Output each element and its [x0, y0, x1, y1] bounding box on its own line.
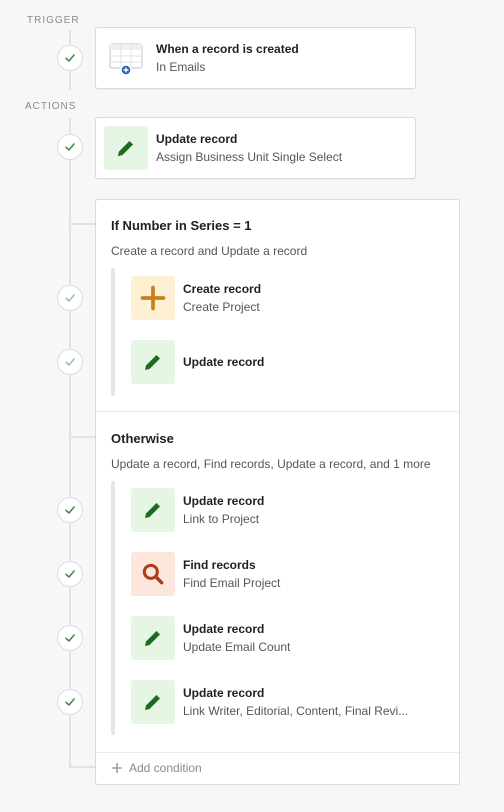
table-add-icon — [109, 41, 143, 76]
add-condition-label: Add condition — [129, 761, 202, 775]
add-condition-button[interactable]: Add condition — [111, 761, 202, 775]
check-icon — [65, 634, 75, 642]
action-1-subtitle: Assign Business Unit Single Select — [156, 150, 343, 164]
check-icon — [65, 358, 75, 366]
trigger-section-label: TRIGGER — [27, 15, 80, 26]
pencil-icon — [131, 680, 175, 724]
pencil-icon — [131, 488, 175, 532]
action-1-title: Update record — [156, 132, 238, 146]
branch-connector-else — [69, 436, 96, 438]
else-step-3-title: Update record — [183, 622, 265, 636]
trigger-card[interactable]: When a record is created In Emails — [95, 27, 416, 89]
branch-divider — [96, 411, 459, 412]
if-step-1-title: Create record — [183, 282, 262, 296]
otherwise-condition-description: Update a record, Find records, Update a … — [111, 457, 431, 471]
else-step-1-status-check — [57, 497, 83, 523]
if-step-create-record[interactable]: Create record Create Project — [131, 276, 261, 320]
pencil-icon — [104, 126, 148, 170]
otherwise-condition-title[interactable]: Otherwise — [111, 431, 174, 446]
check-icon — [65, 294, 75, 302]
else-step-2-status-check — [57, 561, 83, 587]
if-step-1-subtitle: Create Project — [183, 300, 260, 314]
else-step-1-subtitle: Link to Project — [183, 512, 260, 526]
else-step-3-subtitle: Update Email Count — [183, 640, 291, 654]
else-step-3-status-check — [57, 625, 83, 651]
branch-connector-end — [69, 766, 96, 768]
otherwise-branch-bar — [111, 481, 115, 735]
action-1-status-check — [57, 134, 83, 160]
if-condition-description: Create a record and Update a record — [111, 244, 308, 258]
check-icon — [65, 698, 75, 706]
trigger-status-check — [57, 45, 83, 71]
trigger-subtitle: In Emails — [156, 60, 206, 74]
if-condition-title[interactable]: If Number in Series = 1 — [111, 218, 252, 233]
else-step-find-records[interactable]: Find records Find Email Project — [131, 552, 280, 596]
pencil-icon — [131, 616, 175, 660]
else-step-2-title: Find records — [183, 558, 256, 572]
timeline-connector-main — [69, 118, 71, 768]
action-card-update-record[interactable]: Update record Assign Business Unit Singl… — [95, 117, 416, 179]
check-icon — [65, 506, 75, 514]
else-step-4-status-check — [57, 689, 83, 715]
check-icon — [65, 54, 75, 62]
plus-icon — [112, 763, 122, 773]
else-step-4-title: Update record — [183, 686, 265, 700]
else-step-update-record-2[interactable]: Update record Update Email Count — [131, 616, 290, 660]
if-step-update-record[interactable]: Update record — [131, 340, 264, 384]
check-icon — [65, 143, 75, 151]
add-condition-divider — [96, 752, 459, 753]
else-step-update-record-3[interactable]: Update record Link Writer, Editorial, Co… — [131, 680, 408, 724]
else-step-4-subtitle: Link Writer, Editorial, Content, Final R… — [183, 704, 409, 718]
actions-section-label: ACTIONS — [25, 101, 77, 112]
else-step-update-record-1[interactable]: Update record Link to Project — [131, 488, 264, 532]
if-step-1-status-check — [57, 285, 83, 311]
check-icon — [65, 570, 75, 578]
plus-icon — [131, 276, 175, 320]
else-step-2-subtitle: Find Email Project — [183, 576, 281, 590]
search-icon — [131, 552, 175, 596]
if-branch-bar — [111, 268, 115, 396]
if-step-2-title: Update record — [183, 355, 265, 369]
if-step-2-status-check — [57, 349, 83, 375]
trigger-title: When a record is created — [156, 42, 299, 56]
else-step-1-title: Update record — [183, 494, 265, 508]
branch-connector-if — [69, 223, 96, 225]
pencil-icon — [131, 340, 175, 384]
